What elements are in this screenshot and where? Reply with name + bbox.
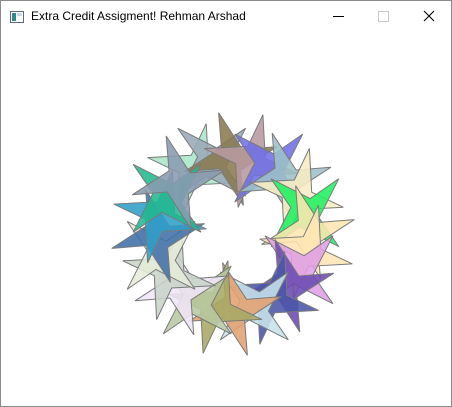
close-button[interactable] bbox=[405, 1, 451, 32]
maximize-icon bbox=[378, 11, 389, 22]
title-bar[interactable]: Extra Credit Assigment! Rehman Arshad bbox=[1, 1, 451, 32]
close-icon bbox=[423, 10, 435, 22]
minimize-button[interactable] bbox=[315, 1, 361, 32]
drawing-canvas bbox=[1, 32, 451, 406]
application-window: Extra Credit Assigment! Rehman Arshad bbox=[0, 0, 452, 407]
window-title: Extra Credit Assigment! Rehman Arshad bbox=[31, 9, 246, 23]
star-ring bbox=[111, 112, 355, 356]
minimize-icon bbox=[333, 16, 344, 17]
window-app-icon bbox=[10, 10, 24, 23]
maximize-button[interactable] bbox=[361, 1, 407, 32]
